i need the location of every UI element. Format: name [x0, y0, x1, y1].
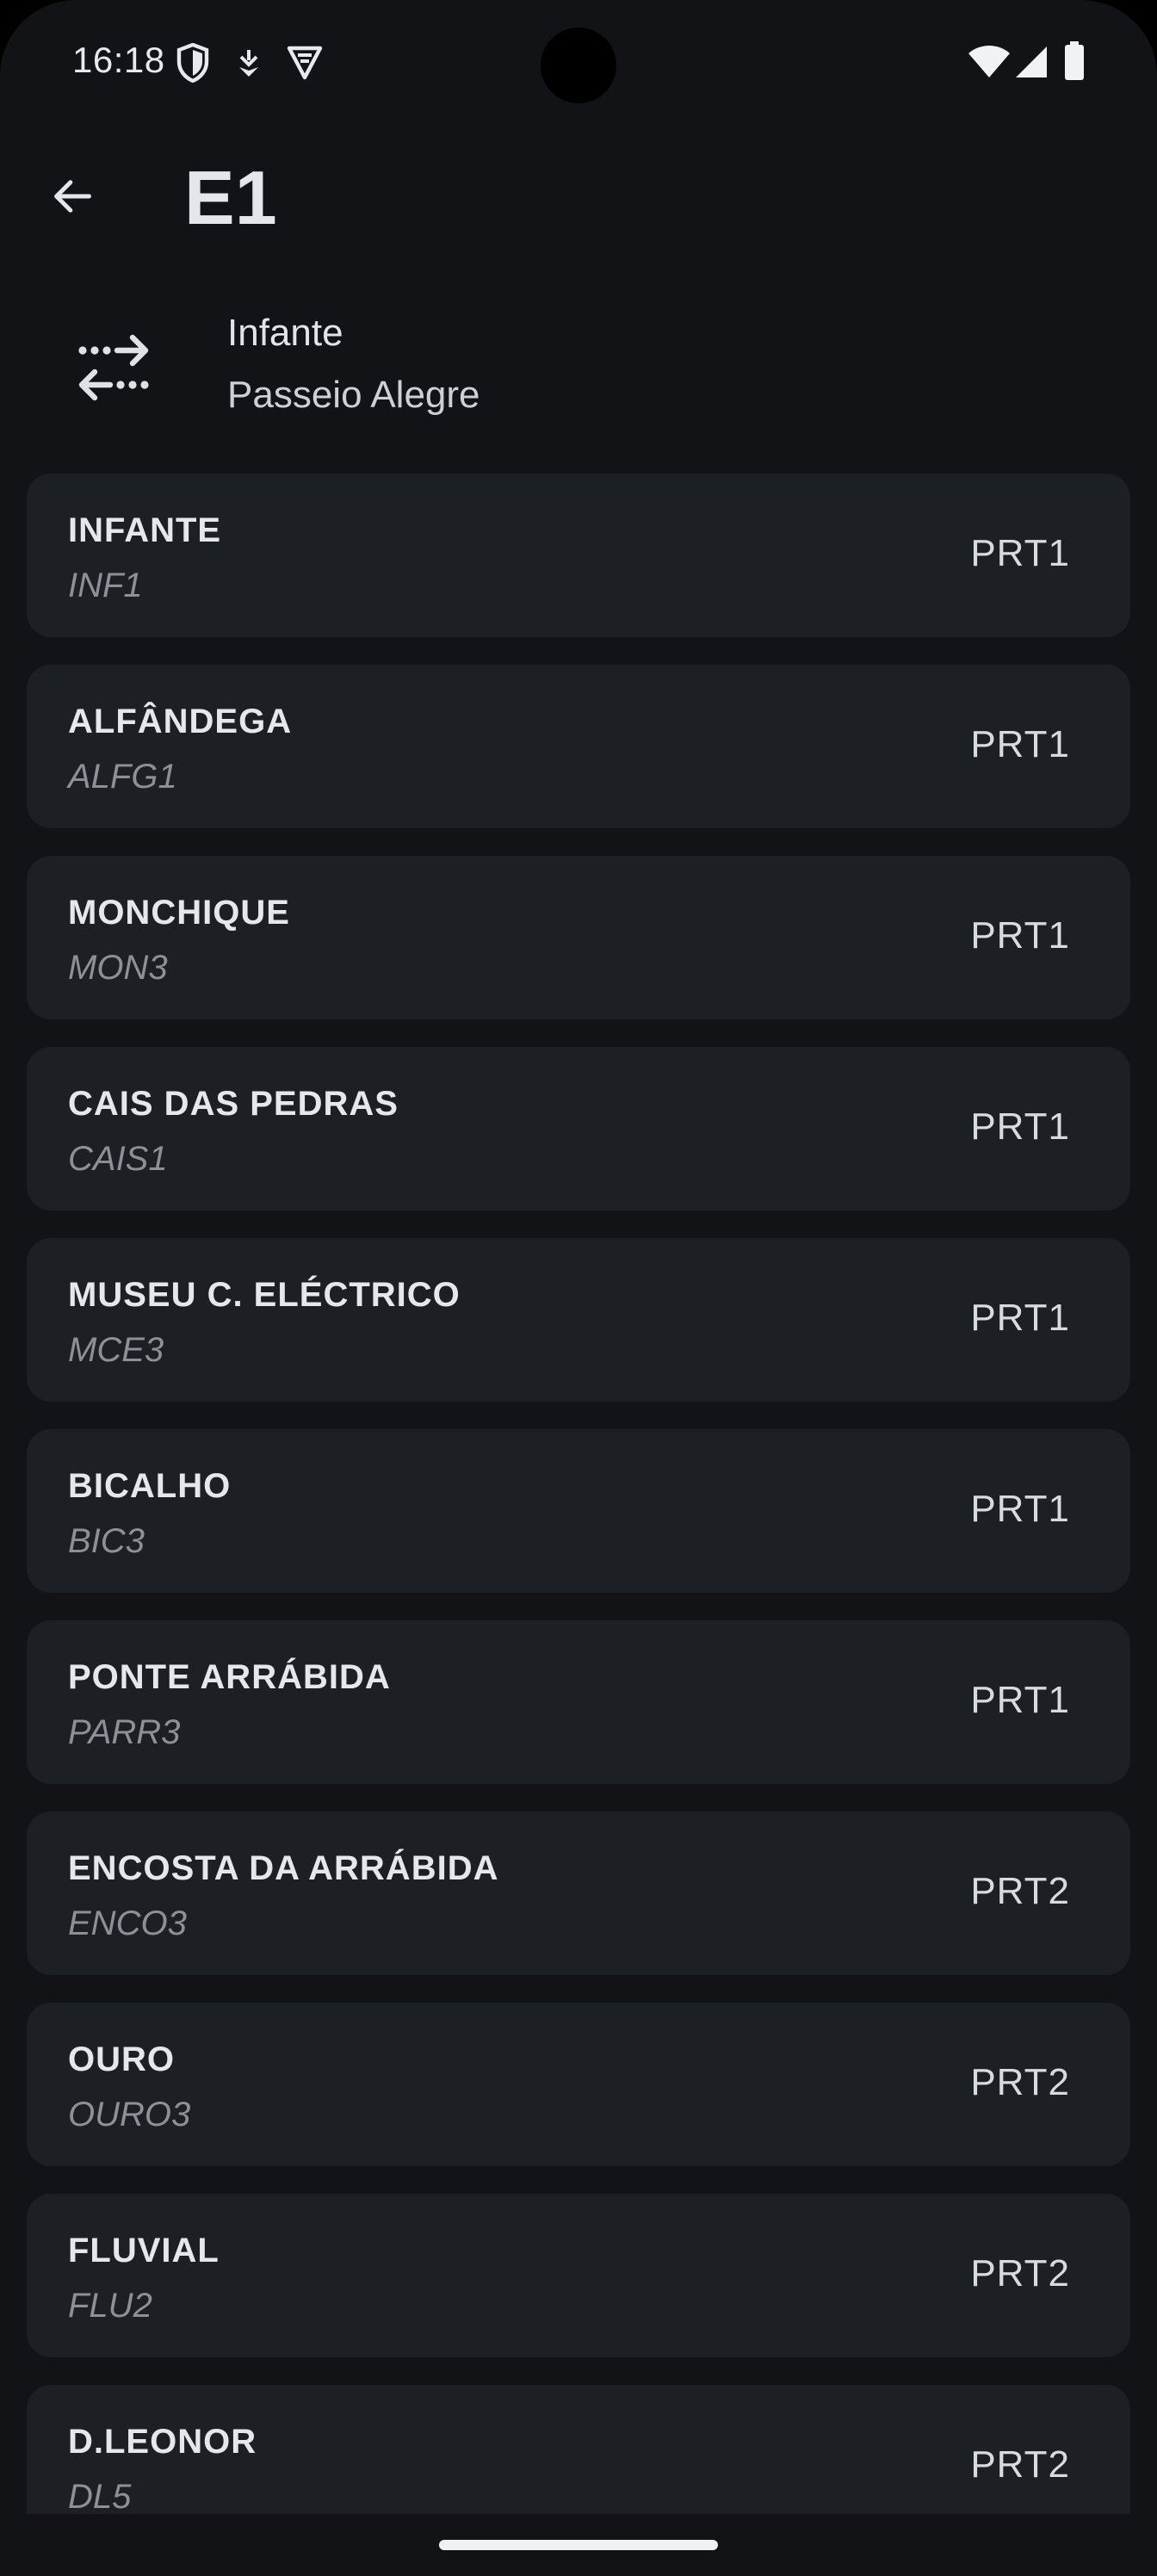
app-screen: 16:18 E1 Infante Passeio Alegre INFANTE … — [0, 0, 1157, 2576]
stop-name: INFANTE — [68, 511, 222, 549]
stop-zone: PRT1 — [970, 723, 1070, 765]
stop-item[interactable]: OURO OURO3 PRT2 — [27, 2003, 1130, 2166]
stop-name: MONCHIQUE — [68, 894, 290, 932]
stop-item[interactable]: BICALHO BIC3 PRT1 — [27, 1429, 1130, 1593]
stop-code: INF1 — [68, 567, 143, 604]
stop-name: OURO — [68, 2040, 175, 2078]
stop-name: CAIS DAS PEDRAS — [68, 1085, 399, 1123]
stop-item[interactable]: PONTE ARRÁBIDA PARR3 PRT1 — [27, 1620, 1130, 1784]
stop-item[interactable]: ENCOSTA DA ARRÁBIDA ENCO3 PRT2 — [27, 1811, 1130, 1975]
stop-zone: PRT1 — [970, 532, 1070, 574]
stop-code: ENCO3 — [68, 1904, 187, 1942]
stop-list: INFANTE INF1 PRT1 ALFÂNDEGA ALFG1 PRT1 M… — [0, 0, 1157, 2514]
stop-code: OURO3 — [68, 2096, 191, 2133]
stop-zone: PRT2 — [970, 2252, 1070, 2294]
stop-item[interactable]: D.LEONOR DL5 PRT2 — [27, 2385, 1130, 2514]
stop-item[interactable]: MONCHIQUE MON3 PRT1 — [27, 856, 1130, 1019]
stop-name: PONTE ARRÁBIDA — [68, 1658, 391, 1696]
stop-item[interactable]: MUSEU C. ELÉCTRICO MCE3 PRT1 — [27, 1238, 1130, 1402]
stop-code: FLU2 — [68, 2287, 152, 2325]
stop-code: CAIS1 — [68, 1140, 168, 1178]
stop-item[interactable]: ALFÂNDEGA ALFG1 PRT1 — [27, 665, 1130, 828]
stop-code: PARR3 — [68, 1713, 181, 1751]
stop-zone: PRT1 — [970, 1297, 1070, 1339]
stop-code: DL5 — [68, 2478, 132, 2514]
stop-code: BIC3 — [68, 1522, 145, 1560]
stop-name: MUSEU C. ELÉCTRICO — [68, 1276, 461, 1314]
stop-code: MON3 — [68, 949, 168, 987]
stop-name: FLUVIAL — [68, 2232, 220, 2269]
stop-item[interactable]: INFANTE INF1 PRT1 — [27, 474, 1130, 637]
stop-name: D.LEONOR — [68, 2423, 257, 2461]
stop-name: ENCOSTA DA ARRÁBIDA — [68, 1849, 499, 1887]
stop-name: BICALHO — [68, 1467, 232, 1505]
stop-code: MCE3 — [68, 1331, 164, 1369]
stop-item[interactable]: FLUVIAL FLU2 PRT2 — [27, 2194, 1130, 2357]
stop-zone: PRT2 — [970, 2061, 1070, 2103]
stop-zone: PRT2 — [970, 2443, 1070, 2486]
stop-item[interactable]: CAIS DAS PEDRAS CAIS1 PRT1 — [27, 1047, 1130, 1211]
stop-zone: PRT2 — [970, 1870, 1070, 1912]
stop-zone: PRT1 — [970, 914, 1070, 957]
stop-zone: PRT1 — [970, 1679, 1070, 1721]
stop-code: ALFG1 — [68, 758, 177, 796]
stop-zone: PRT1 — [970, 1488, 1070, 1530]
gesture-nav-handle[interactable] — [439, 2540, 718, 2550]
stop-zone: PRT1 — [970, 1105, 1070, 1148]
stop-name: ALFÂNDEGA — [68, 703, 293, 740]
